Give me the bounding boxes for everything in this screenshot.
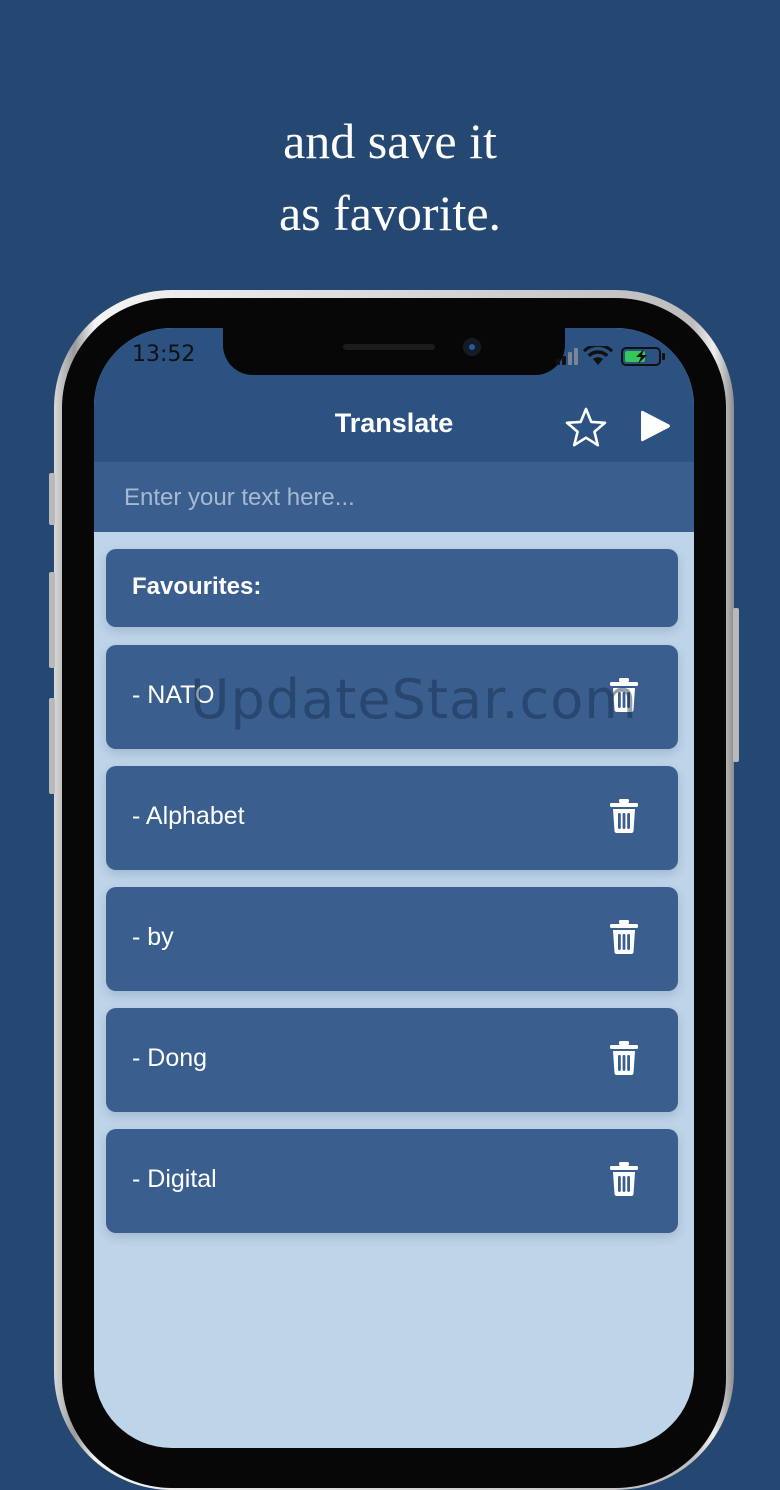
favourite-item-label: - Dong: [132, 1044, 208, 1072]
star-outline-icon[interactable]: [564, 406, 608, 450]
translate-text-input[interactable]: [122, 462, 686, 534]
headline-line-2: as favorite.: [278, 185, 502, 241]
phone-notch: [223, 328, 565, 375]
trash-icon[interactable]: [609, 919, 639, 955]
play-icon[interactable]: [638, 408, 672, 444]
battery-charging-icon: [621, 347, 665, 366]
favourite-item-label: - Alphabet: [132, 802, 245, 830]
wifi-icon: [583, 346, 613, 365]
signal-icon: [556, 348, 578, 365]
marketing-headline: and save it as favorite.: [0, 105, 780, 249]
favourites-header: Favourites:: [106, 549, 678, 627]
speaker-grille: [343, 344, 435, 350]
favourite-item-label: - by: [132, 923, 174, 951]
favourite-item[interactable]: - by: [106, 887, 678, 991]
front-camera: [465, 340, 479, 354]
trash-icon[interactable]: [609, 1161, 639, 1197]
trash-icon[interactable]: [609, 1040, 639, 1076]
phone-volume-down-button: [49, 698, 55, 794]
status-icons: [556, 346, 665, 366]
favourite-item[interactable]: - Digital: [106, 1129, 678, 1233]
phone-silent-switch: [49, 473, 55, 525]
status-time: 13:52: [132, 342, 196, 367]
headline-line-1: and save it: [283, 113, 497, 169]
phone-screen: 13:52 Translate Enter your text here... …: [94, 328, 694, 1448]
text-input-bar: [94, 462, 694, 534]
phone-power-button: [733, 608, 739, 762]
trash-icon[interactable]: [609, 798, 639, 834]
navigation-bar: 13:52 Translate: [94, 328, 694, 462]
watermark: UpdateStar.com: [190, 668, 638, 731]
phone-volume-up-button: [49, 572, 55, 668]
favourite-item[interactable]: - Dong: [106, 1008, 678, 1112]
favourite-item[interactable]: - Alphabet: [106, 766, 678, 870]
favourite-item-label: - Digital: [132, 1165, 217, 1193]
favourites-header-label: Favourites:: [132, 573, 262, 600]
